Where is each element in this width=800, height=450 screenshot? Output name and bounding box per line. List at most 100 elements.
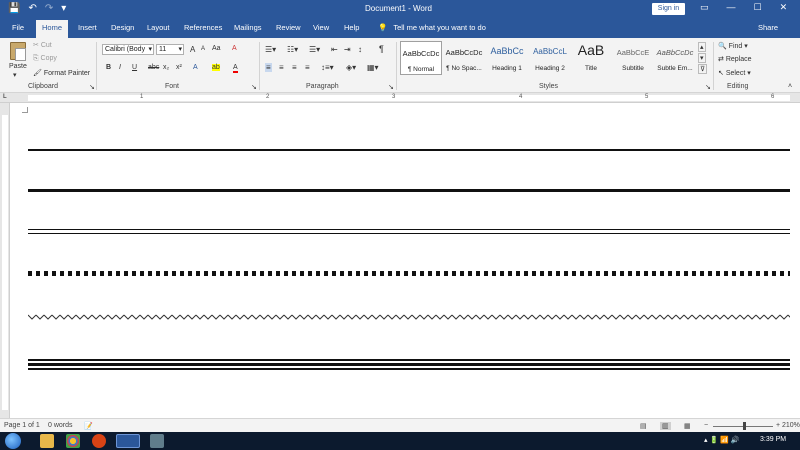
document-canvas[interactable] — [0, 103, 800, 418]
select-button[interactable]: ↖ Select ▾ — [718, 69, 751, 77]
borders-icon[interactable]: ▦▾ — [367, 63, 379, 72]
print-layout-icon[interactable]: ▥ — [660, 422, 671, 430]
zoom-level[interactable]: 210% — [782, 422, 800, 429]
window-controls: ▭ — ☐ ✕ — [700, 2, 787, 13]
decrease-indent-icon[interactable]: ⇤ — [331, 45, 338, 54]
proofing-icon[interactable]: 📝 — [84, 422, 93, 430]
increase-indent-icon[interactable]: ⇥ — [344, 45, 351, 54]
word-taskbar-icon[interactable] — [116, 434, 140, 448]
change-case-button[interactable]: Aa — [212, 45, 221, 52]
copy-button[interactable]: ⎘ Copy — [33, 55, 57, 63]
start-button[interactable] — [5, 433, 21, 449]
text-effects-button[interactable]: A — [193, 64, 198, 71]
align-center-icon[interactable]: ≡ — [279, 63, 284, 72]
line-spacing-icon[interactable]: ↕≡▾ — [321, 63, 334, 72]
app-taskbar-icon[interactable] — [150, 434, 164, 448]
italic-button[interactable]: I — [119, 64, 121, 71]
zoom-in-button[interactable]: + — [776, 422, 780, 429]
tab-layout[interactable]: Layout — [147, 23, 170, 32]
grow-font-button[interactable]: A — [190, 45, 195, 54]
tab-design[interactable]: Design — [111, 23, 134, 32]
strikethrough-button[interactable]: abc — [148, 64, 159, 71]
paste-dropdown-icon[interactable]: ▾ — [13, 71, 17, 79]
tab-references[interactable]: References — [184, 23, 222, 32]
tab-stop-selector[interactable]: L — [3, 94, 7, 100]
styles-more-icon[interactable]: ⊽ — [698, 64, 708, 74]
style-subtitle[interactable]: AaBbCcE Subtitle — [612, 41, 654, 75]
sign-in-button[interactable]: Sign in — [652, 3, 685, 15]
style-heading-2[interactable]: AaBbCcL Heading 2 — [529, 41, 571, 75]
ribbon-display-icon[interactable]: ▭ — [700, 2, 709, 13]
maximize-icon[interactable]: ☐ — [754, 2, 762, 13]
bullets-icon[interactable]: ☰▾ — [265, 45, 276, 54]
horizontal-ruler[interactable]: L 1 2 3 4 5 6 — [0, 93, 800, 103]
status-bar: Page 1 of 1 0 words 📝 ▤ ▥ ▦ − + 210% — [0, 418, 800, 432]
save-icon[interactable]: 💾 — [8, 3, 20, 15]
styles-scroll-up-icon[interactable]: ▴ — [698, 42, 706, 52]
paste-icon[interactable] — [10, 42, 26, 61]
sort-icon[interactable]: ↕ — [358, 45, 362, 54]
font-name-combo[interactable]: Calibri (Body ▾ — [102, 44, 154, 55]
replace-button[interactable]: ⇄ Replace — [718, 55, 752, 63]
web-layout-icon[interactable]: ▦ — [684, 422, 691, 430]
find-button[interactable]: 🔍 Find ▾ — [718, 42, 748, 50]
system-tray-icons[interactable]: ▴ 🔋 📶 🔊 — [704, 436, 740, 444]
subscript-button[interactable]: x₂ — [163, 64, 169, 71]
font-group-label: Font — [165, 83, 180, 90]
word-count[interactable]: 0 words — [48, 422, 73, 429]
paragraph-launcher-icon[interactable]: ↘ — [388, 83, 394, 91]
font-size-combo[interactable]: 11 ▾ — [156, 44, 184, 55]
format-painter-button[interactable]: 🖌 Format Painter — [33, 69, 90, 77]
tab-view[interactable]: View — [313, 23, 329, 32]
align-left-icon[interactable]: ≡ — [265, 63, 272, 72]
minimize-icon[interactable]: — — [727, 2, 736, 13]
undo-icon[interactable]: ↶ — [28, 3, 36, 15]
tab-help[interactable]: Help — [344, 23, 359, 32]
read-mode-icon[interactable]: ▤ — [640, 422, 647, 430]
style-heading-1[interactable]: AaBbCc Heading 1 — [486, 41, 528, 75]
file-explorer-icon[interactable] — [40, 434, 54, 448]
tab-home[interactable]: Home — [36, 20, 69, 38]
ruler-number: 2 — [266, 94, 270, 100]
styles-launcher-icon[interactable]: ↘ — [705, 83, 711, 91]
collapse-ribbon-icon[interactable]: ˄ — [788, 83, 792, 90]
tab-mailings[interactable]: Mailings — [234, 23, 262, 32]
close-icon[interactable]: ✕ — [780, 2, 788, 13]
media-player-icon[interactable] — [92, 434, 106, 448]
align-right-icon[interactable]: ≡ — [292, 63, 297, 72]
numbering-icon[interactable]: ☷▾ — [287, 45, 298, 54]
tell-me-box[interactable]: 💡 Tell me what you want to do — [378, 23, 486, 32]
style-no-spacing[interactable]: AaBbCcDc ¶ No Spac... — [443, 41, 485, 75]
font-launcher-icon[interactable]: ↘ — [251, 83, 257, 91]
chrome-icon[interactable] — [66, 434, 80, 448]
styles-scroll-down-icon[interactable]: ▾ — [698, 53, 706, 63]
tab-review[interactable]: Review — [276, 23, 301, 32]
clipboard-launcher-icon[interactable]: ↘ — [89, 83, 95, 91]
font-color-button[interactable]: A — [233, 64, 238, 73]
justify-icon[interactable]: ≡ — [305, 63, 310, 72]
highlight-button[interactable]: ab — [212, 64, 220, 71]
tab-insert[interactable]: Insert — [78, 23, 97, 32]
show-formatting-button[interactable]: ¶ — [379, 44, 384, 54]
superscript-button[interactable]: x² — [176, 64, 182, 71]
bold-button[interactable]: B — [106, 64, 111, 71]
paste-button[interactable]: Paste — [9, 63, 27, 70]
style-title[interactable]: AaB Title — [570, 41, 612, 75]
zoom-out-button[interactable]: − — [704, 422, 708, 429]
tab-file[interactable]: File — [12, 23, 24, 32]
underline-button[interactable]: U — [132, 64, 137, 71]
clear-formatting-button[interactable]: A — [232, 45, 237, 52]
zoom-slider-thumb[interactable] — [743, 422, 746, 430]
share-button[interactable]: Share — [758, 23, 778, 32]
shrink-font-button[interactable]: A — [201, 46, 205, 52]
page-count[interactable]: Page 1 of 1 — [4, 422, 40, 429]
shading-icon[interactable]: ◈▾ — [346, 63, 356, 72]
redo-icon[interactable]: ↷ — [45, 3, 53, 15]
style-normal[interactable]: AaBbCcDc ¶ Normal — [400, 41, 442, 75]
cut-button[interactable]: ✂ Cut — [33, 41, 52, 49]
vertical-ruler[interactable] — [0, 103, 10, 418]
customize-qat-icon[interactable]: ▾ — [61, 3, 66, 15]
style-subtle-emphasis[interactable]: AaBbCcDc Subtle Em... — [654, 41, 696, 75]
multilevel-list-icon[interactable]: ☰▾ — [309, 45, 320, 54]
taskbar-clock[interactable]: 3:39 PM — [760, 436, 786, 443]
